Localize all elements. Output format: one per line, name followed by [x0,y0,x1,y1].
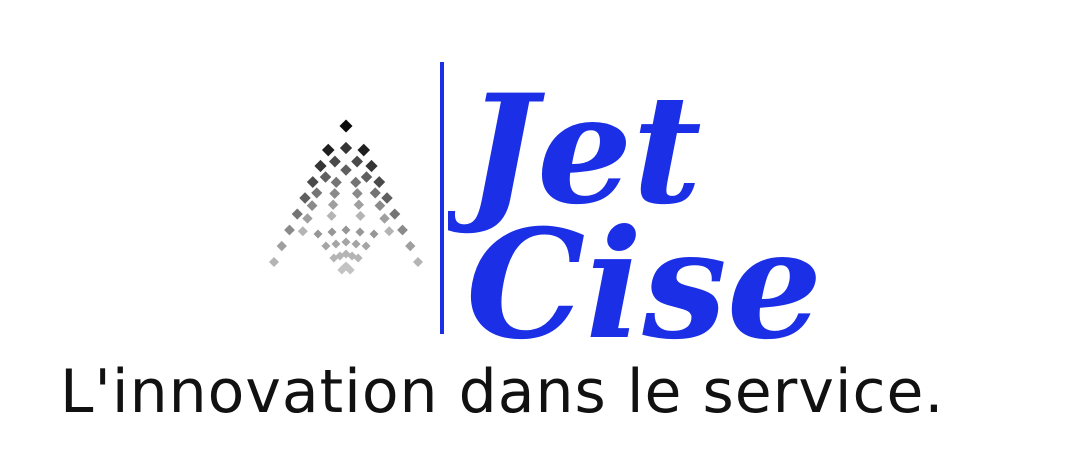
emblem-cell [299,192,311,204]
emblem-cell [351,188,363,199]
emblem-cell [311,187,323,199]
emblem-cell [291,208,303,220]
emblem-cell [373,176,386,188]
emblem-cell [413,257,423,267]
emblem-cell [302,213,313,224]
emblem-cell [369,187,381,199]
emblem-cell [405,240,416,252]
brand-divider [440,62,444,334]
emblem-cell [297,226,308,237]
emblem-cell [321,143,335,157]
emblem-cell [365,159,378,173]
emblem-cell [355,210,366,221]
emblem-cell [353,199,365,210]
emblem-cell [381,192,393,204]
emblem-cell [341,237,351,247]
emblem-cell [351,239,361,249]
emblem-cell [306,176,319,188]
emblem-cell [350,176,362,188]
emblem-cell [327,227,337,237]
emblem-cell [355,227,365,237]
brand-wordmark: Jet Cise [448,62,822,352]
emblem-cell [314,159,327,173]
emblem-cell [328,155,341,168]
emblem-cell [374,200,386,212]
brand-tagline: L'innovation dans le service. [60,357,945,427]
emblem-cell [331,239,341,249]
emblem-cell [319,171,332,183]
emblem-cell [351,155,364,168]
emblem-cell [340,164,352,176]
emblem-cell [276,240,287,252]
emblem-cell [329,188,341,199]
emblem-cell [379,213,390,224]
emblem-cell [384,226,395,237]
emblem-cell [321,241,331,251]
emblem-cell [269,257,279,267]
emblem-cell [313,229,323,239]
emblem-cell [341,225,351,235]
diamond-fan-emblem-icon [269,119,423,275]
emblem-cell [357,143,371,157]
emblem-cell [306,200,318,212]
emblem-cell [389,208,401,220]
emblem-cell [360,171,373,183]
emblem-cell [397,224,408,236]
logo-canvas: Jet Cise L'innovation dans le service. [0,0,1080,476]
emblem-cell [339,119,353,133]
emblem-cell [330,176,342,188]
emblem-cell [326,210,337,221]
emblem-cell [361,241,371,251]
emblem-cell [284,224,295,236]
brand-name-line2: Cise [466,197,822,352]
emblem-cell [327,199,339,210]
emblem-cell [339,141,353,155]
emblem-cell [369,229,379,239]
